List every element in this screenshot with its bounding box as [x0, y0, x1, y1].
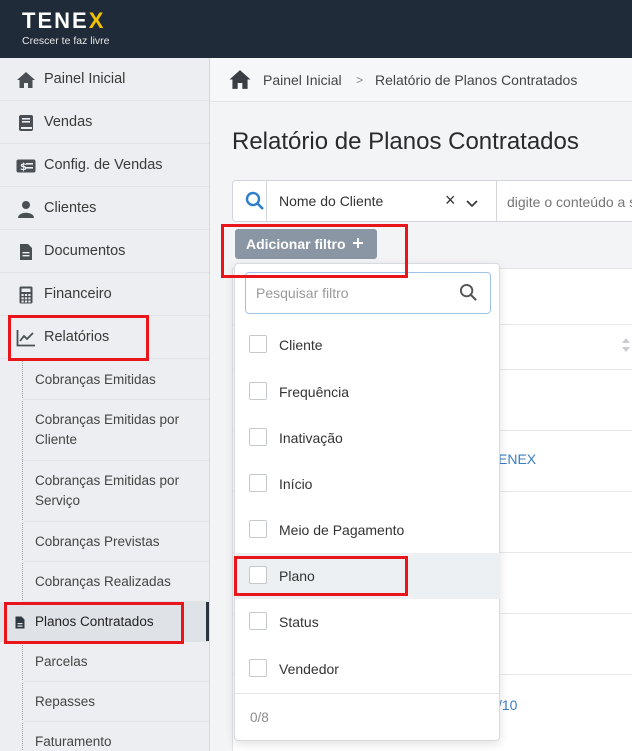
search-icon: [245, 191, 265, 216]
checkbox[interactable]: [249, 335, 267, 353]
home-icon: [16, 70, 36, 90]
sidebar-subitem-parcelas[interactable]: Parcelas: [22, 642, 209, 682]
page-title: Relatório de Planos Contratados: [232, 128, 579, 155]
sidebar: Painel Inicial Vendas $ Config. de Venda…: [0, 58, 210, 751]
checkbox[interactable]: [249, 428, 267, 446]
filter-search-field: [245, 272, 491, 314]
checkbox[interactable]: [249, 520, 267, 538]
document-icon: [15, 615, 25, 635]
money-icon: $: [16, 156, 36, 176]
search-field-select[interactable]: Nome do Cliente ×: [267, 181, 495, 221]
document-icon: [16, 242, 36, 262]
sidebar-item-documentos[interactable]: Documentos: [0, 230, 209, 273]
chevron-down-icon[interactable]: [466, 195, 478, 213]
search-value-input[interactable]: [507, 192, 632, 212]
divider: [496, 181, 497, 221]
breadcrumb-home-link[interactable]: Painel Inicial: [263, 72, 342, 88]
brand-tagline: Crescer te faz livre: [22, 35, 110, 47]
calculator-icon: [16, 285, 36, 305]
sort-icon[interactable]: [621, 336, 631, 359]
tenex-logo[interactable]: TENEX Crescer te faz livre: [22, 8, 110, 47]
sidebar-subitem-repasses[interactable]: Repasses: [22, 682, 209, 722]
sidebar-subitem-cobrancas-emitidas-servico[interactable]: Cobranças Emitidas por Serviço: [22, 461, 209, 522]
filter-option-frequencia[interactable]: Frequência: [236, 369, 500, 415]
sidebar-item-config-vendas[interactable]: $ Config. de Vendas: [0, 144, 209, 187]
sidebar-item-painel-inicial[interactable]: Painel Inicial: [0, 58, 209, 101]
user-icon: [16, 199, 36, 219]
chart-line-icon: [16, 328, 36, 348]
filter-option-inativacao[interactable]: Inativação: [236, 415, 500, 461]
filter-option-status[interactable]: Status: [236, 599, 500, 645]
sidebar-subitem-planos-contratados[interactable]: Planos Contratados: [0, 602, 209, 642]
filter-dropdown: Cliente Frequência Inativação Início Mei…: [234, 263, 500, 741]
search-icon: [459, 283, 478, 307]
filter-selected-count: 0/8: [235, 693, 499, 741]
book-icon: [16, 113, 36, 133]
sidebar-item-clientes[interactable]: Clientes: [0, 187, 209, 230]
top-bar: TENEX Crescer te faz livre: [0, 0, 632, 58]
breadcrumb: Painel Inicial > Relatório de Planos Con…: [211, 58, 632, 102]
sidebar-item-financeiro[interactable]: Financeiro: [0, 273, 209, 316]
filter-option-inicio[interactable]: Início: [236, 461, 500, 507]
filter-option-plano[interactable]: Plano: [236, 553, 500, 599]
filter-option-vendedor[interactable]: Vendedor: [236, 646, 500, 692]
sidebar-subitem-faturamento[interactable]: Faturamento: [22, 722, 209, 751]
checkbox[interactable]: [249, 382, 267, 400]
checkbox[interactable]: [249, 659, 267, 677]
svg-text:$: $: [20, 162, 27, 173]
checkbox[interactable]: [249, 474, 267, 492]
sidebar-item-relatorios[interactable]: Relatórios: [0, 316, 209, 359]
checkbox[interactable]: [249, 612, 267, 630]
table-cell-link[interactable]: /10: [498, 697, 517, 713]
sidebar-subitem-cobrancas-emitidas-cliente[interactable]: Cobranças Emitidas por Cliente: [22, 400, 209, 461]
clear-icon[interactable]: ×: [445, 190, 456, 211]
sidebar-subitem-cobrancas-realizadas[interactable]: Cobranças Realizadas: [22, 562, 209, 602]
sidebar-item-vendas[interactable]: Vendas: [0, 101, 209, 144]
plus-icon: [352, 236, 364, 252]
sidebar-subitem-cobrancas-emitidas[interactable]: Cobranças Emitidas: [22, 360, 209, 400]
filter-option-meio-de-pagamento[interactable]: Meio de Pagamento: [236, 507, 500, 553]
table-cell-link[interactable]: ENEX: [498, 451, 536, 467]
sidebar-subitem-cobrancas-previstas[interactable]: Cobranças Previstas: [22, 522, 209, 562]
checkbox[interactable]: [249, 566, 267, 584]
filter-option-cliente[interactable]: Cliente: [236, 322, 500, 368]
breadcrumb-separator: >: [356, 72, 364, 87]
breadcrumb-current: Relatório de Planos Contratados: [375, 71, 578, 88]
add-filter-button[interactable]: Adicionar filtro: [235, 229, 377, 259]
home-icon[interactable]: [228, 69, 252, 93]
filter-search-input[interactable]: [256, 283, 451, 303]
search-bar: Nome do Cliente ×: [232, 180, 632, 222]
active-indicator: [206, 602, 209, 641]
